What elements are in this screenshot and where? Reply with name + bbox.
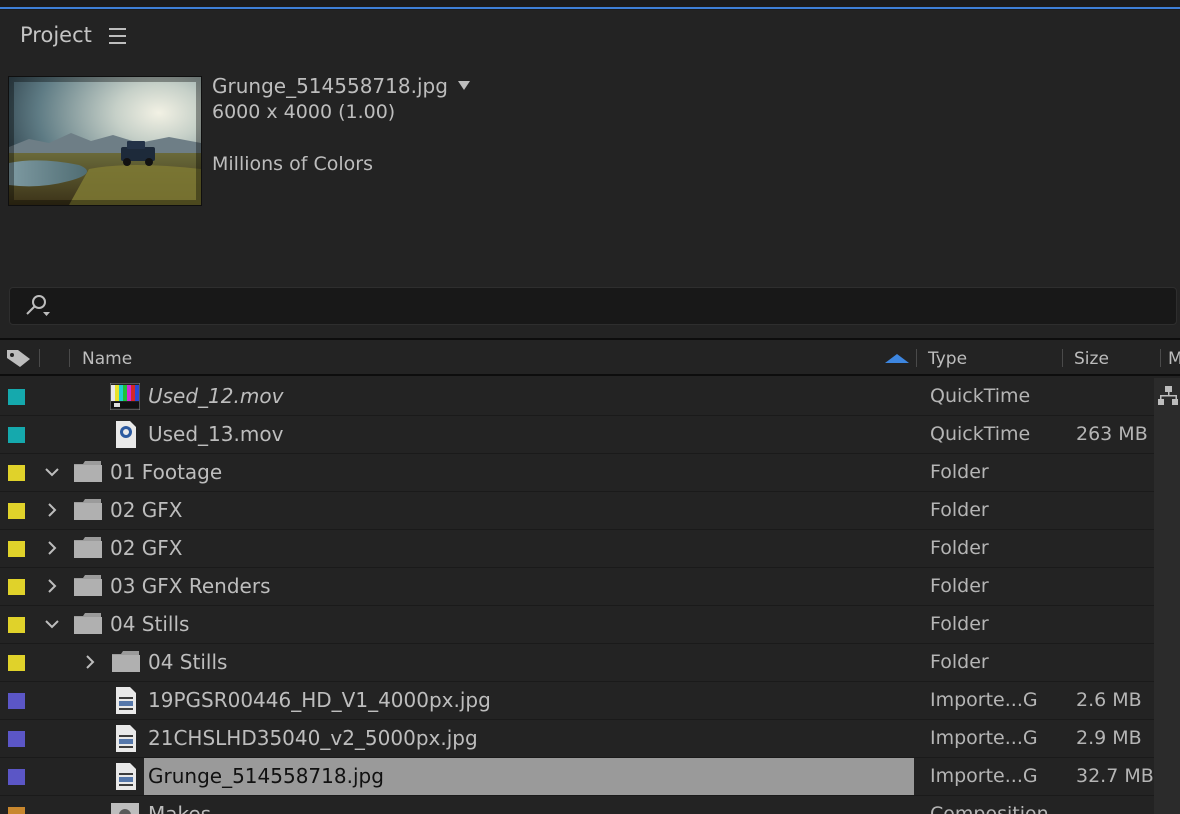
preview-colors: Millions of Colors: [212, 153, 373, 175]
item-type: Composition: [930, 803, 1049, 814]
image-file-icon: [110, 763, 140, 790]
table-row[interactable]: Grunge_514558718.jpg Importe...G 32.7 MB: [0, 758, 1154, 796]
column-divider[interactable]: [69, 349, 70, 367]
table-row[interactable]: 02 GFX Folder: [0, 530, 1154, 568]
chevron-right-icon[interactable]: [82, 653, 98, 671]
item-size: 263 MB: [1076, 423, 1148, 445]
folder-icon: [73, 611, 103, 638]
label-color-swatch[interactable]: [8, 655, 25, 671]
item-size: 32.7 MB: [1076, 765, 1154, 787]
item-name[interactable]: Used_13.mov: [148, 422, 283, 446]
table-row[interactable]: 21CHSLHD35040_v2_5000px.jpg Importe...G 2.…: [0, 720, 1154, 758]
chevron-right-icon[interactable]: [44, 501, 60, 519]
column-divider[interactable]: [916, 349, 917, 367]
folder-icon: [73, 459, 103, 486]
column-header-row: Name Type Size M: [0, 338, 1180, 376]
chevron-down-icon[interactable]: [44, 463, 60, 481]
chevron-down-icon[interactable]: [44, 615, 60, 633]
table-row[interactable]: 19PGSR00446_HD_V1_4000px.jpg Importe...G 2…: [0, 682, 1154, 720]
column-extra[interactable]: M: [1168, 349, 1180, 369]
label-color-swatch[interactable]: [8, 579, 25, 595]
item-name[interactable]: 03 GFX Renders: [110, 574, 271, 598]
flowchart-icon[interactable]: [1158, 385, 1178, 407]
item-name[interactable]: Used_12.mov: [148, 384, 283, 408]
item-size: 2.9 MB: [1076, 727, 1142, 749]
folder-icon: [73, 573, 103, 600]
composition-icon: [110, 801, 140, 814]
item-type: Folder: [930, 613, 989, 635]
table-row[interactable]: Used_12.mov QuickTime: [0, 378, 1154, 416]
label-color-swatch[interactable]: [8, 541, 25, 557]
column-divider[interactable]: [1062, 349, 1063, 367]
search-icon[interactable]: [24, 293, 50, 319]
preview-thumbnail: [8, 76, 202, 206]
item-name[interactable]: 04 Stills: [148, 650, 227, 674]
column-size[interactable]: Size: [1074, 349, 1109, 369]
chevron-right-icon[interactable]: [44, 577, 60, 595]
label-color-swatch[interactable]: [8, 617, 25, 633]
label-color-swatch[interactable]: [8, 693, 25, 709]
panel-title[interactable]: Project: [20, 23, 92, 47]
preview-dimensions: 6000 x 4000 (1.00): [212, 101, 396, 123]
table-row[interactable]: 02 GFX Folder: [0, 492, 1154, 530]
quicktime-file-icon: [110, 421, 140, 448]
label-color-swatch[interactable]: [8, 769, 25, 785]
table-row[interactable]: 01 Footage Folder: [0, 454, 1154, 492]
table-row[interactable]: 04 Stills Folder: [0, 606, 1154, 644]
panel-header: Project: [0, 10, 1180, 66]
item-type: Folder: [930, 461, 989, 483]
image-file-icon: [110, 725, 140, 752]
color-bars-icon: [109, 382, 141, 411]
preview-dropdown-icon[interactable]: [458, 81, 470, 90]
column-name[interactable]: Name: [82, 349, 132, 369]
active-panel-highlight: [0, 7, 1180, 9]
folder-icon: [73, 535, 103, 562]
column-divider[interactable]: [39, 349, 40, 367]
label-color-swatch[interactable]: [8, 465, 25, 481]
label-color-swatch[interactable]: [8, 427, 25, 443]
item-type: Folder: [930, 575, 989, 597]
item-name[interactable]: 02 GFX: [110, 536, 183, 560]
item-name[interactable]: Makes: [148, 802, 211, 814]
table-row[interactable]: 04 Stills Folder: [0, 644, 1154, 682]
table-row[interactable]: 03 GFX Renders Folder: [0, 568, 1154, 606]
item-name[interactable]: 19PGSR00446_HD_V1_4000px.jpg: [148, 688, 491, 712]
column-type[interactable]: Type: [928, 349, 967, 369]
item-name[interactable]: Grunge_514558718.jpg: [148, 764, 384, 788]
item-type: Folder: [930, 499, 989, 521]
item-name[interactable]: 21CHSLHD35040_v2_5000px.jpg: [148, 726, 478, 750]
folder-icon: [111, 649, 141, 676]
right-panel-strip: [1154, 378, 1180, 814]
sort-ascending-icon[interactable]: [885, 354, 909, 363]
item-type: Importe...G: [930, 765, 1038, 787]
table-row[interactable]: Used_13.mov QuickTime 263 MB: [0, 416, 1154, 454]
item-type: Folder: [930, 651, 989, 673]
item-type: Folder: [930, 537, 989, 559]
search-input[interactable]: [9, 287, 1177, 325]
item-name[interactable]: 04 Stills: [110, 612, 189, 636]
label-color-swatch[interactable]: [8, 503, 25, 519]
item-name[interactable]: 02 GFX: [110, 498, 183, 522]
panel-menu-icon[interactable]: [109, 28, 126, 44]
label-color-swatch[interactable]: [8, 731, 25, 747]
folder-icon: [73, 497, 103, 524]
chevron-right-icon[interactable]: [44, 539, 60, 557]
label-color-swatch[interactable]: [8, 807, 25, 814]
table-row[interactable]: Makes Composition: [0, 796, 1154, 814]
preview-file-name: Grunge_514558718.jpg: [212, 74, 448, 98]
label-tag-icon[interactable]: [6, 348, 32, 368]
image-file-icon: [110, 687, 140, 714]
item-type: Importe...G: [930, 689, 1038, 711]
column-divider[interactable]: [1160, 349, 1161, 367]
project-item-list: Used_12.mov QuickTime Used_13.mov QuickTime…: [0, 378, 1154, 814]
label-color-swatch[interactable]: [8, 389, 25, 405]
item-name[interactable]: 01 Footage: [110, 460, 222, 484]
item-size: 2.6 MB: [1076, 689, 1142, 711]
item-type: Importe...G: [930, 727, 1038, 749]
item-type: QuickTime: [930, 385, 1031, 407]
panel-top-border: [0, 0, 1180, 10]
item-type: QuickTime: [930, 423, 1031, 445]
